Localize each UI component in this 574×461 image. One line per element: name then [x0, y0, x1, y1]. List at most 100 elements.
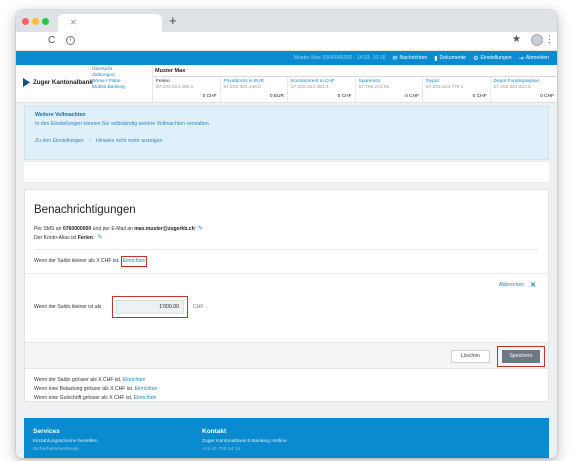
bookmark-star-icon[interactable]: ★: [512, 34, 521, 45]
info-notice: Weitere Vollmachten In den Einstellungen…: [24, 106, 549, 160]
alias-value: Ferien: [77, 235, 93, 241]
setup-link[interactable]: Einrichten: [135, 386, 158, 392]
account-list: Ferien 57.202.324.366.1 0 CHF Privatkont…: [153, 77, 557, 102]
documents-label: Dokumente: [439, 55, 467, 61]
close-icon[interactable]: ✕: [530, 281, 536, 289]
threshold-field-row: Wenn der Saldo kleiner ist als 1'000.00 …: [34, 296, 203, 318]
setup-link-highlighted[interactable]: Einrichten: [120, 256, 148, 267]
new-tab-button[interactable]: +: [169, 13, 177, 28]
account-tab-ferien[interactable]: Ferien 57.202.324.366.1 0 CHF: [153, 77, 221, 102]
user-session-info: Muster Max 93H0045290 - 14.03. 10:16: [293, 55, 386, 61]
close-window-button[interactable]: [22, 18, 29, 25]
info-title: Weitere Vollmachten: [35, 112, 86, 118]
rule-text: Wenn der Saldo kleiner als X CHF ist.: [34, 258, 120, 264]
account-number: 57.202.324.314.5: [493, 85, 531, 90]
other-rules-list: Wenn der Saldo grösser als X CHF ist. Ei…: [34, 376, 539, 403]
footer-link-order-slips[interactable]: Einzahlungsscheine bestellen: [33, 439, 97, 444]
logout-label: Abmelden: [525, 55, 549, 61]
account-balance: 0 EUR: [269, 94, 284, 99]
rule-row: Wenn der Saldo grösser als X CHF ist. Ei…: [34, 376, 539, 385]
site-info-icon[interactable]: i: [66, 36, 75, 45]
account-balance: 0 CHF: [472, 94, 487, 99]
divider: [34, 249, 539, 250]
rule-row: Wenn eine Belastung grösser als X CHF is…: [34, 385, 539, 394]
currency-unit: CHF: [193, 304, 204, 310]
settings-link[interactable]: Zu den Einstellungen: [35, 138, 84, 144]
threshold-label: Wenn der Saldo kleiner ist als: [34, 304, 102, 310]
nav-item-mobile-banking[interactable]: Mobile Banking: [92, 85, 152, 91]
account-tab-kontokorrent-chf[interactable]: Kontokorrent in CHF 57.202.324.364.3 0 C…: [288, 77, 356, 102]
footer-phone[interactable]: +41 41 709 14 14: [202, 447, 287, 452]
empty-panel: [24, 162, 549, 182]
alias-prefix: Der Konto-Alias ist: [34, 235, 78, 241]
tab-close-icon[interactable]: ✕: [70, 18, 77, 27]
alias-suffix: .: [92, 235, 95, 241]
account-balance: 0 CHF: [202, 94, 217, 99]
minimize-window-button[interactable]: [32, 18, 39, 25]
bank-logo[interactable]: Zuger Kantonalbank: [23, 78, 93, 87]
contact-info: Per SMS an 0760000000 und per E-Mail an …: [34, 225, 539, 234]
rule-text: Wenn der Saldo grösser als X CHF ist.: [34, 377, 122, 383]
info-text: In den Einstellungen können Sie selbstän…: [35, 121, 211, 127]
page-title: Benachrichtigungen: [34, 204, 136, 216]
account-number: 57.202.324.776.1: [426, 85, 464, 90]
account-tab-privatkonto-eur[interactable]: Privatkonto in EUR 57.202.324.448.0 0 EU…: [221, 77, 288, 102]
account-number: 57.202.324.364.3: [291, 85, 329, 90]
save-button[interactable]: Speichern: [502, 350, 540, 363]
rule-saldo-smaller: Wenn der Saldo kleiner als X CHF ist. Ei…: [34, 256, 539, 267]
footer-services-title: Services: [33, 428, 60, 435]
rule-text: Wenn eine Belastung grösser als X CHF is…: [34, 386, 134, 392]
phone-number: 0760000000: [62, 226, 92, 232]
bank-logo-icon: [23, 78, 30, 87]
account-number: 57.202.324.366.1: [156, 85, 194, 90]
footer-services: Services Einzahlungsscheine bestellen Si…: [33, 428, 97, 452]
highlight-outline: Speichern: [497, 346, 545, 367]
account-balance: 0 CHF: [540, 94, 554, 99]
setup-link[interactable]: Einrichten: [134, 395, 157, 401]
address-bar[interactable]: C i ★ ⋮: [16, 32, 557, 51]
contact-prefix: Per SMS an: [34, 226, 63, 232]
account-tab-depot-fondssparplan[interactable]: Depot Fondssparplan 57.202.324.314.5 0 C…: [491, 77, 558, 102]
account-balance: 0 CHF: [337, 94, 352, 99]
browser-tab-strip: ✕ +: [16, 10, 557, 32]
rule-row: Wenn eine Gutschrift grösser als X CHF i…: [34, 394, 539, 403]
browser-window: ✕ + C i ★ ⋮ Muster Max 93H0045290 - 14.0…: [16, 10, 557, 458]
messages-link[interactable]: ✉ Nachrichten: [393, 55, 428, 62]
messages-label: Nachrichten: [399, 55, 428, 61]
logout-link[interactable]: ⇥ Abmelden: [519, 55, 549, 62]
setup-link[interactable]: Einrichten: [123, 377, 146, 383]
footer: Services Einzahlungsscheine bestellen Si…: [24, 418, 549, 458]
footer-contact: Kontakt Zuger Kantonalbank E-Banking Hot…: [202, 428, 287, 452]
account-tab-sparkonto[interactable]: Sparkonto 57.796.243.05 0 CHF: [356, 77, 423, 102]
account-number: 57.202.324.448.0: [223, 85, 261, 90]
documents-link[interactable]: ▮ Dokumente: [434, 55, 466, 62]
account-balance: 0 CHF: [405, 94, 419, 99]
link-separator: |: [89, 138, 91, 144]
rule-text: Wenn eine Gutschrift grösser als X CHF i…: [34, 395, 133, 401]
edit-alias-pencil-icon[interactable]: ✎: [98, 235, 103, 241]
profile-avatar-icon[interactable]: [531, 34, 543, 46]
envelope-icon: ✉: [392, 55, 398, 62]
account-tab-depot[interactable]: Depot 57.202.324.776.1 0 CHF: [423, 77, 491, 102]
email-address: max.muster@zugerkb.ch: [134, 226, 195, 232]
footer-hotline: Zuger Kantonalbank E-Banking Hotline: [202, 439, 287, 444]
cancel-link[interactable]: Abbrechen ✕: [499, 281, 536, 289]
browser-menu-icon[interactable]: ⋮: [545, 34, 554, 45]
account-header: Zuger Kantonalbank Übersicht Zahlungen B…: [16, 65, 557, 103]
footer-link-security[interactable]: Sicherheitsmerkmale: [33, 447, 97, 452]
rule-edit-panel: Abbrechen ✕ Wenn der Saldo kleiner ist a…: [25, 273, 548, 342]
cancel-label: Abbrechen: [499, 282, 525, 288]
delete-button[interactable]: Löschen: [450, 350, 490, 363]
maximize-window-button[interactable]: [42, 18, 49, 25]
dismiss-hint-link[interactable]: Hinweis nicht mehr anzeigen: [96, 138, 162, 144]
top-bar: Muster Max 93H0045290 - 14.03. 10:16 ✉ N…: [16, 51, 557, 65]
edit-contact-pencil-icon[interactable]: ✎: [198, 226, 203, 232]
reload-icon[interactable]: C: [48, 35, 55, 46]
alias-info: Der Konto-Alias ist Ferien. ✎: [34, 234, 539, 243]
threshold-amount-input[interactable]: 1'000.00: [116, 300, 184, 314]
bank-name: Zuger Kantonalbank: [33, 79, 93, 86]
footer-contact-title: Kontakt: [202, 428, 227, 435]
browser-tab[interactable]: ✕: [58, 14, 162, 32]
gear-icon: ⚙: [473, 55, 479, 62]
settings-link[interactable]: ⚙ Einstellungen: [473, 55, 512, 62]
